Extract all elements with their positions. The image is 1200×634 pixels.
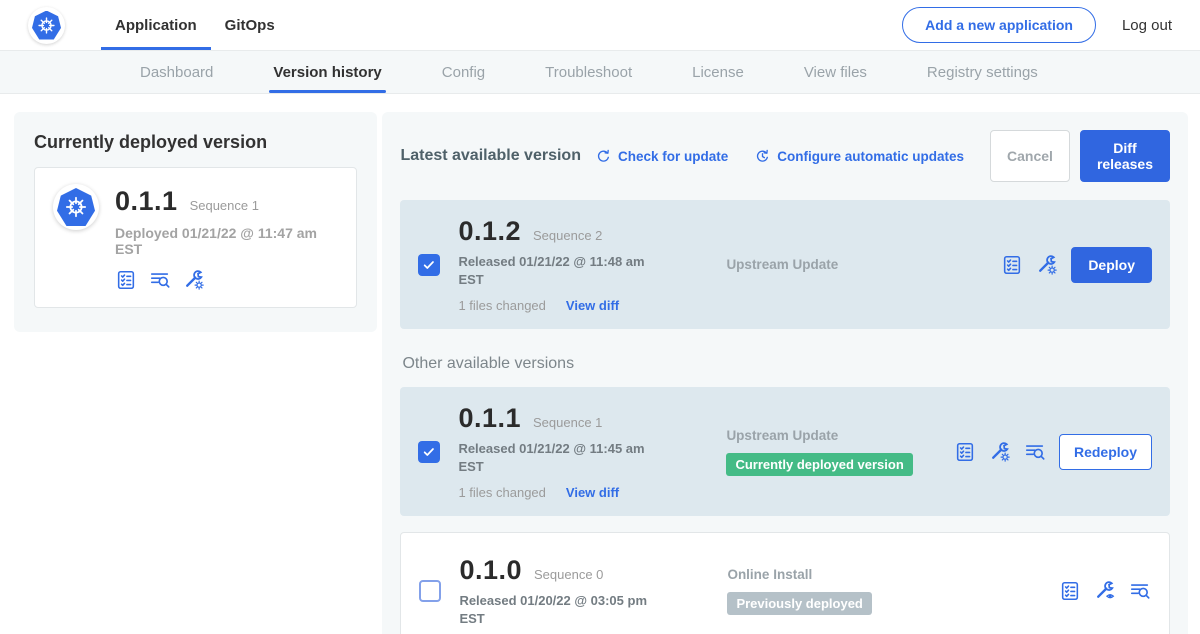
version-number: 0.1.2 [458,216,521,247]
refresh-icon [595,148,612,165]
version-source-label: Online Install [727,567,1059,582]
version-checkbox[interactable] [419,580,441,602]
edit-config-icon[interactable] [1036,254,1058,276]
version-number: 0.1.1 [458,403,521,434]
currently-deployed-title: Currently deployed version [34,132,357,153]
subnav-version-history-label: Version history [273,64,381,81]
version-row-0-1-1: 0.1.1 Sequence 1 Released 01/21/22 @ 11:… [400,387,1170,516]
app-logo[interactable] [28,0,65,50]
subnav-config[interactable]: Config [412,51,515,93]
view-diff-link[interactable]: View diff [566,485,619,500]
subnav-version-history[interactable]: Version history [243,51,411,93]
edit-config-icon[interactable] [183,269,205,291]
cancel-button[interactable]: Cancel [990,130,1070,182]
sequence-label: Sequence 1 [533,415,602,430]
subnav-view-files-label: View files [804,64,867,81]
released-timestamp: Released 01/20/22 @ 03:05 pm EST [459,592,654,627]
view-config-icon[interactable] [1094,580,1116,602]
clock-refresh-icon [754,148,771,165]
edit-config-icon[interactable] [989,441,1011,463]
version-number: 0.1.0 [459,555,522,586]
sequence-label: Sequence 0 [534,567,603,582]
subnav-license[interactable]: License [662,51,774,93]
subnav-config-label: Config [442,64,485,81]
configure-automatic-updates-label: Configure automatic updates [777,149,964,164]
view-diff-link[interactable]: View diff [566,298,619,313]
files-changed-label: 1 files changed [458,485,545,500]
latest-available-title: Latest available version [400,147,581,165]
deployed-sequence-label: Sequence 1 [190,198,259,213]
release-notes-icon[interactable] [1059,580,1081,602]
released-timestamp: Released 01/21/22 @ 11:45 am EST [458,440,653,475]
subnav-license-label: License [692,64,744,81]
configure-automatic-updates-link[interactable]: Configure automatic updates [754,148,964,165]
currently-deployed-card: Currently deployed version 0.1.1 Sequenc… [14,112,377,332]
deployed-version-tile: 0.1.1 Sequence 1 Deployed 01/21/22 @ 11:… [34,167,357,308]
preflight-checks-icon[interactable] [149,269,171,291]
diff-releases-button[interactable]: Diff releases [1080,130,1170,182]
version-row-0-1-0: 0.1.0 Sequence 0 Released 01/20/22 @ 03:… [400,532,1170,634]
add-application-button[interactable]: Add a new application [902,7,1096,43]
released-timestamp: Released 01/21/22 @ 11:48 am EST [458,253,653,288]
release-notes-icon[interactable] [954,441,976,463]
subnav-troubleshoot[interactable]: Troubleshoot [515,51,662,93]
app-icon [53,184,99,230]
other-versions-title: Other available versions [402,355,1170,373]
logout-button[interactable]: Log out [1122,17,1172,34]
version-source-label: Upstream Update [726,428,954,443]
subnav-registry-settings-label: Registry settings [927,64,1038,81]
deployed-timestamp: Deployed 01/21/22 @ 11:47 am EST [115,225,338,257]
tab-application[interactable]: Application [101,0,211,50]
kubernetes-logo-icon [28,7,65,44]
preflight-checks-icon[interactable] [1129,580,1151,602]
version-checkbox[interactable] [418,254,440,276]
subnav-dashboard[interactable]: Dashboard [110,51,243,93]
subnav-view-files[interactable]: View files [774,51,897,93]
subnav-dashboard-label: Dashboard [140,64,213,81]
files-changed-label: 1 files changed [458,298,545,313]
tab-application-label: Application [115,17,197,34]
version-source-label: Upstream Update [726,257,1001,272]
sequence-label: Sequence 2 [533,228,602,243]
tab-gitops-label: GitOps [225,17,275,34]
preflight-checks-icon[interactable] [1024,441,1046,463]
version-checkbox[interactable] [418,441,440,463]
check-for-update-label: Check for update [618,149,728,164]
version-row-0-1-2: 0.1.2 Sequence 2 Released 01/21/22 @ 11:… [400,200,1170,329]
top-navbar: Application GitOps Add a new application… [0,0,1200,50]
version-history-panel: Latest available version Check for updat… [382,112,1188,634]
deployed-version-number: 0.1.1 [115,186,178,217]
redeploy-button[interactable]: Redeploy [1059,434,1152,470]
app-subnav: Dashboard Version history Config Trouble… [0,50,1200,94]
deploy-button[interactable]: Deploy [1071,247,1152,283]
currently-deployed-badge: Currently deployed version [726,453,912,476]
release-notes-icon[interactable] [115,269,137,291]
check-for-update-link[interactable]: Check for update [595,148,728,165]
release-notes-icon[interactable] [1001,254,1023,276]
previously-deployed-badge: Previously deployed [727,592,871,615]
tab-gitops[interactable]: GitOps [211,0,289,50]
subnav-troubleshoot-label: Troubleshoot [545,64,632,81]
subnav-registry-settings[interactable]: Registry settings [897,51,1068,93]
